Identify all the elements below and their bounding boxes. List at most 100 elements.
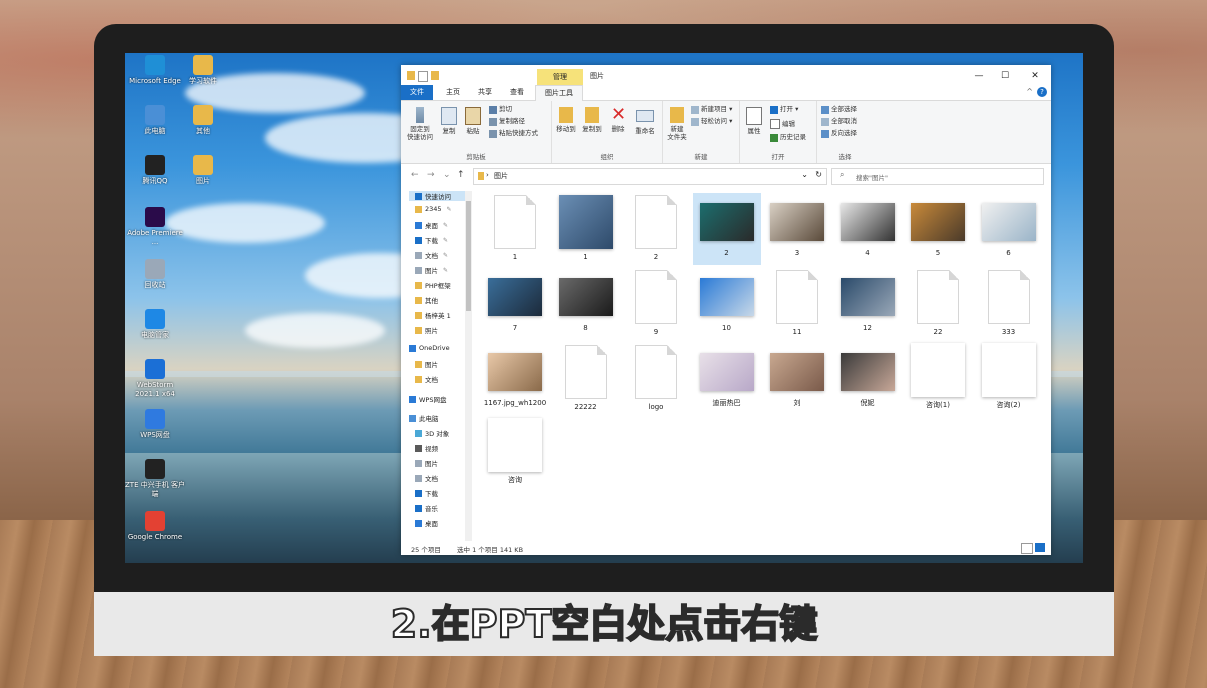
file-item[interactable]: 2 (692, 193, 761, 265)
nav-item[interactable]: PHP框架 (415, 280, 451, 290)
file-item[interactable]: 刘 (763, 343, 831, 415)
copy-button[interactable]: 复制 (439, 107, 459, 135)
delete-button[interactable]: ✕ 删除 (608, 106, 628, 134)
nav-item[interactable]: 文档 (415, 374, 438, 384)
desktop-icon[interactable]: Adobe Premiere ... (125, 207, 185, 247)
nav-item[interactable]: 2345 ✎ (415, 205, 452, 213)
navigation-pane[interactable]: 快速访问 2345 ✎ 桌面 ✎ 下载 ✎ 文档 ✎ 图片 ✎ PHP框架 其他 杨梓英 1 照片 OneDr… (401, 191, 473, 541)
file-list[interactable]: 1 1 2 2 3 4 5 6 7 8 9 10 11 12 22 333 1167.jpg_wh1200 222… (481, 193, 1046, 543)
desktop-icon[interactable]: ZTE 中兴手机 客户端 (125, 459, 185, 499)
forward-button[interactable]: → (427, 170, 435, 180)
file-item[interactable]: logo (622, 343, 690, 415)
nav-scrollbar[interactable] (465, 191, 472, 541)
close-button[interactable]: ✕ (1023, 69, 1047, 83)
nav-item[interactable]: 其他 (415, 295, 438, 305)
new-folder-icon[interactable] (431, 71, 439, 80)
file-item[interactable]: 咨询 (481, 418, 549, 490)
file-item[interactable]: 11 (763, 268, 831, 340)
tab-view[interactable]: 查看 (503, 85, 531, 100)
address-dropdown-icon[interactable]: ⌄ (801, 170, 808, 179)
file-item[interactable]: 倪妮 (834, 343, 902, 415)
nav-scrollbar-thumb[interactable] (466, 201, 471, 311)
file-item[interactable]: 1 (481, 193, 549, 265)
nav-item[interactable]: OneDrive (409, 344, 450, 352)
desktop-icon[interactable]: WPS网盘 (125, 409, 185, 440)
file-item[interactable]: 12 (834, 268, 902, 340)
properties-button[interactable]: 属性 (744, 107, 764, 135)
select-none-button[interactable]: 全部取消 (821, 117, 857, 126)
properties-icon[interactable] (418, 71, 428, 82)
desktop-icon[interactable]: 其他 (173, 105, 233, 136)
desktop-icon[interactable]: 回收站 (125, 259, 185, 290)
manage-context-tab[interactable]: 管理 (537, 69, 583, 85)
tab-share[interactable]: 共享 (471, 85, 499, 100)
explorer-window[interactable]: 管理 图片 — ☐ ✕ 文件 主页 共享 查看 图片工具 ^ ? 固定到 快速访… (401, 65, 1051, 555)
address-path[interactable]: 图片 (494, 171, 508, 181)
nav-item[interactable]: 杨梓英 1 (415, 310, 451, 320)
file-item[interactable]: 10 (693, 268, 761, 340)
file-item[interactable]: 4 (834, 193, 902, 265)
history-button[interactable]: 历史记录 (770, 133, 806, 142)
desktop-icon[interactable]: 学习软件 (173, 55, 233, 86)
new-item-button[interactable]: 新建项目 ▾ (691, 105, 732, 114)
collapse-ribbon-button[interactable]: ^ (1026, 87, 1033, 96)
move-to-button[interactable]: 移动到 (554, 107, 578, 133)
copy-to-button[interactable]: 复制到 (580, 107, 604, 133)
nav-item[interactable]: 桌面 ✎ (415, 220, 448, 230)
desktop-icon[interactable]: WebStorm 2021.1 x64 (125, 359, 185, 399)
file-item[interactable]: 5 (904, 193, 972, 265)
title-bar[interactable]: 管理 图片 — ☐ ✕ (401, 65, 1051, 87)
desktop-icon[interactable]: Google Chrome (125, 511, 185, 542)
file-item[interactable]: 1 (552, 193, 620, 265)
nav-item[interactable]: 视频 (415, 443, 438, 453)
file-item[interactable]: 3 (763, 193, 831, 265)
large-icons-view-icon[interactable] (1035, 543, 1045, 552)
desktop-icon[interactable]: 电脑管家 (125, 309, 185, 340)
recent-locations-button[interactable]: ⌄ (443, 170, 451, 180)
select-all-button[interactable]: 全部选择 (821, 105, 857, 114)
new-folder-button[interactable]: 新建 文件夹 (665, 107, 689, 141)
open-button[interactable]: 打开 ▾ (770, 105, 798, 114)
details-view-icon[interactable] (1021, 543, 1033, 554)
file-item[interactable]: 迪丽热巴 (693, 343, 761, 415)
paste-shortcut-button[interactable]: 粘贴快捷方式 (489, 129, 538, 138)
tab-home[interactable]: 主页 (439, 85, 467, 100)
nav-item[interactable]: 图片 (415, 359, 438, 369)
minimize-button[interactable]: — (967, 69, 991, 83)
edit-button[interactable]: 编辑 (770, 119, 795, 129)
nav-item[interactable]: 文档 ✎ (415, 250, 448, 260)
easy-access-button[interactable]: 轻松访问 ▾ (691, 117, 732, 126)
file-item[interactable]: 咨询(1) (904, 343, 972, 415)
nav-item[interactable]: 图片 (415, 458, 438, 468)
nav-item[interactable]: 下载 ✎ (415, 235, 448, 245)
nav-item[interactable]: 图片 ✎ (415, 265, 448, 275)
paste-button[interactable]: 粘贴 (463, 107, 483, 135)
pin-quick-access-button[interactable]: 固定到 快速访问 (405, 107, 435, 141)
nav-item[interactable]: 桌面 (415, 518, 438, 528)
desktop-icon[interactable]: 图片 (173, 155, 233, 186)
nav-item[interactable]: 此电脑 (409, 413, 439, 423)
tab-file[interactable]: 文件 (401, 85, 433, 100)
file-item[interactable]: 6 (975, 193, 1043, 265)
nav-item[interactable]: 文档 (415, 473, 438, 483)
invert-selection-button[interactable]: 反向选择 (821, 129, 857, 138)
file-item[interactable]: 333 (975, 268, 1043, 340)
quick-access-toolbar[interactable] (407, 71, 439, 82)
file-item[interactable]: 9 (622, 268, 690, 340)
nav-item[interactable]: 音乐 (415, 503, 438, 513)
tab-picture-tools[interactable]: 图片工具 (535, 85, 583, 101)
nav-item[interactable]: WPS网盘 (409, 394, 446, 404)
refresh-icon[interactable]: ↻ (815, 170, 822, 179)
nav-item[interactable]: 下载 (415, 488, 438, 498)
rename-button[interactable]: 重命名 (632, 107, 658, 135)
nav-item[interactable]: 照片 (415, 325, 438, 335)
back-button[interactable]: ← (411, 170, 419, 180)
file-item[interactable]: 咨询(2) (975, 343, 1043, 415)
cut-button[interactable]: 剪切 (489, 105, 512, 114)
nav-item[interactable]: 3D 对象 (415, 428, 449, 438)
file-item[interactable]: 1167.jpg_wh1200 (481, 343, 549, 415)
address-field[interactable]: › 图片 ⌄ ↻ (473, 168, 827, 185)
file-item[interactable]: 22222 (552, 343, 620, 415)
copy-path-button[interactable]: 复制路径 (489, 117, 525, 126)
file-item[interactable]: 22 (904, 268, 972, 340)
